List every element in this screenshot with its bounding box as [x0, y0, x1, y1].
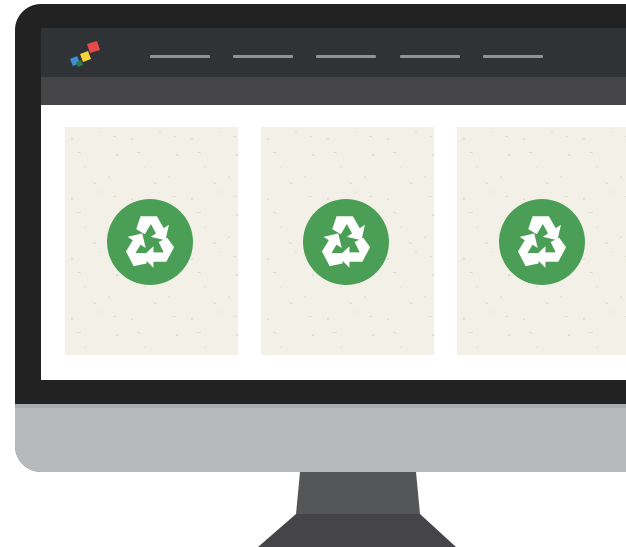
monitor — [15, 4, 626, 472]
monitor-chin — [15, 404, 626, 472]
scene — [0, 0, 626, 547]
nav-link-2[interactable] — [233, 55, 293, 58]
nav-link-4[interactable] — [400, 55, 460, 58]
nav-link-3[interactable] — [316, 55, 376, 58]
recycle-icon — [107, 199, 193, 285]
recycle-icon — [499, 199, 585, 285]
website-subbar — [41, 77, 626, 105]
nav-link-1[interactable] — [150, 55, 210, 58]
recycle-card-1[interactable] — [65, 127, 238, 355]
nav-link-5[interactable] — [483, 55, 543, 58]
colorful-squares-logo-icon[interactable] — [67, 38, 109, 70]
recycle-card-3[interactable] — [457, 127, 626, 355]
recycle-card-2[interactable] — [261, 127, 434, 355]
recycle-icon — [303, 199, 389, 285]
chin-shadow — [15, 404, 626, 408]
website-navbar — [41, 28, 626, 77]
screen — [41, 28, 626, 380]
